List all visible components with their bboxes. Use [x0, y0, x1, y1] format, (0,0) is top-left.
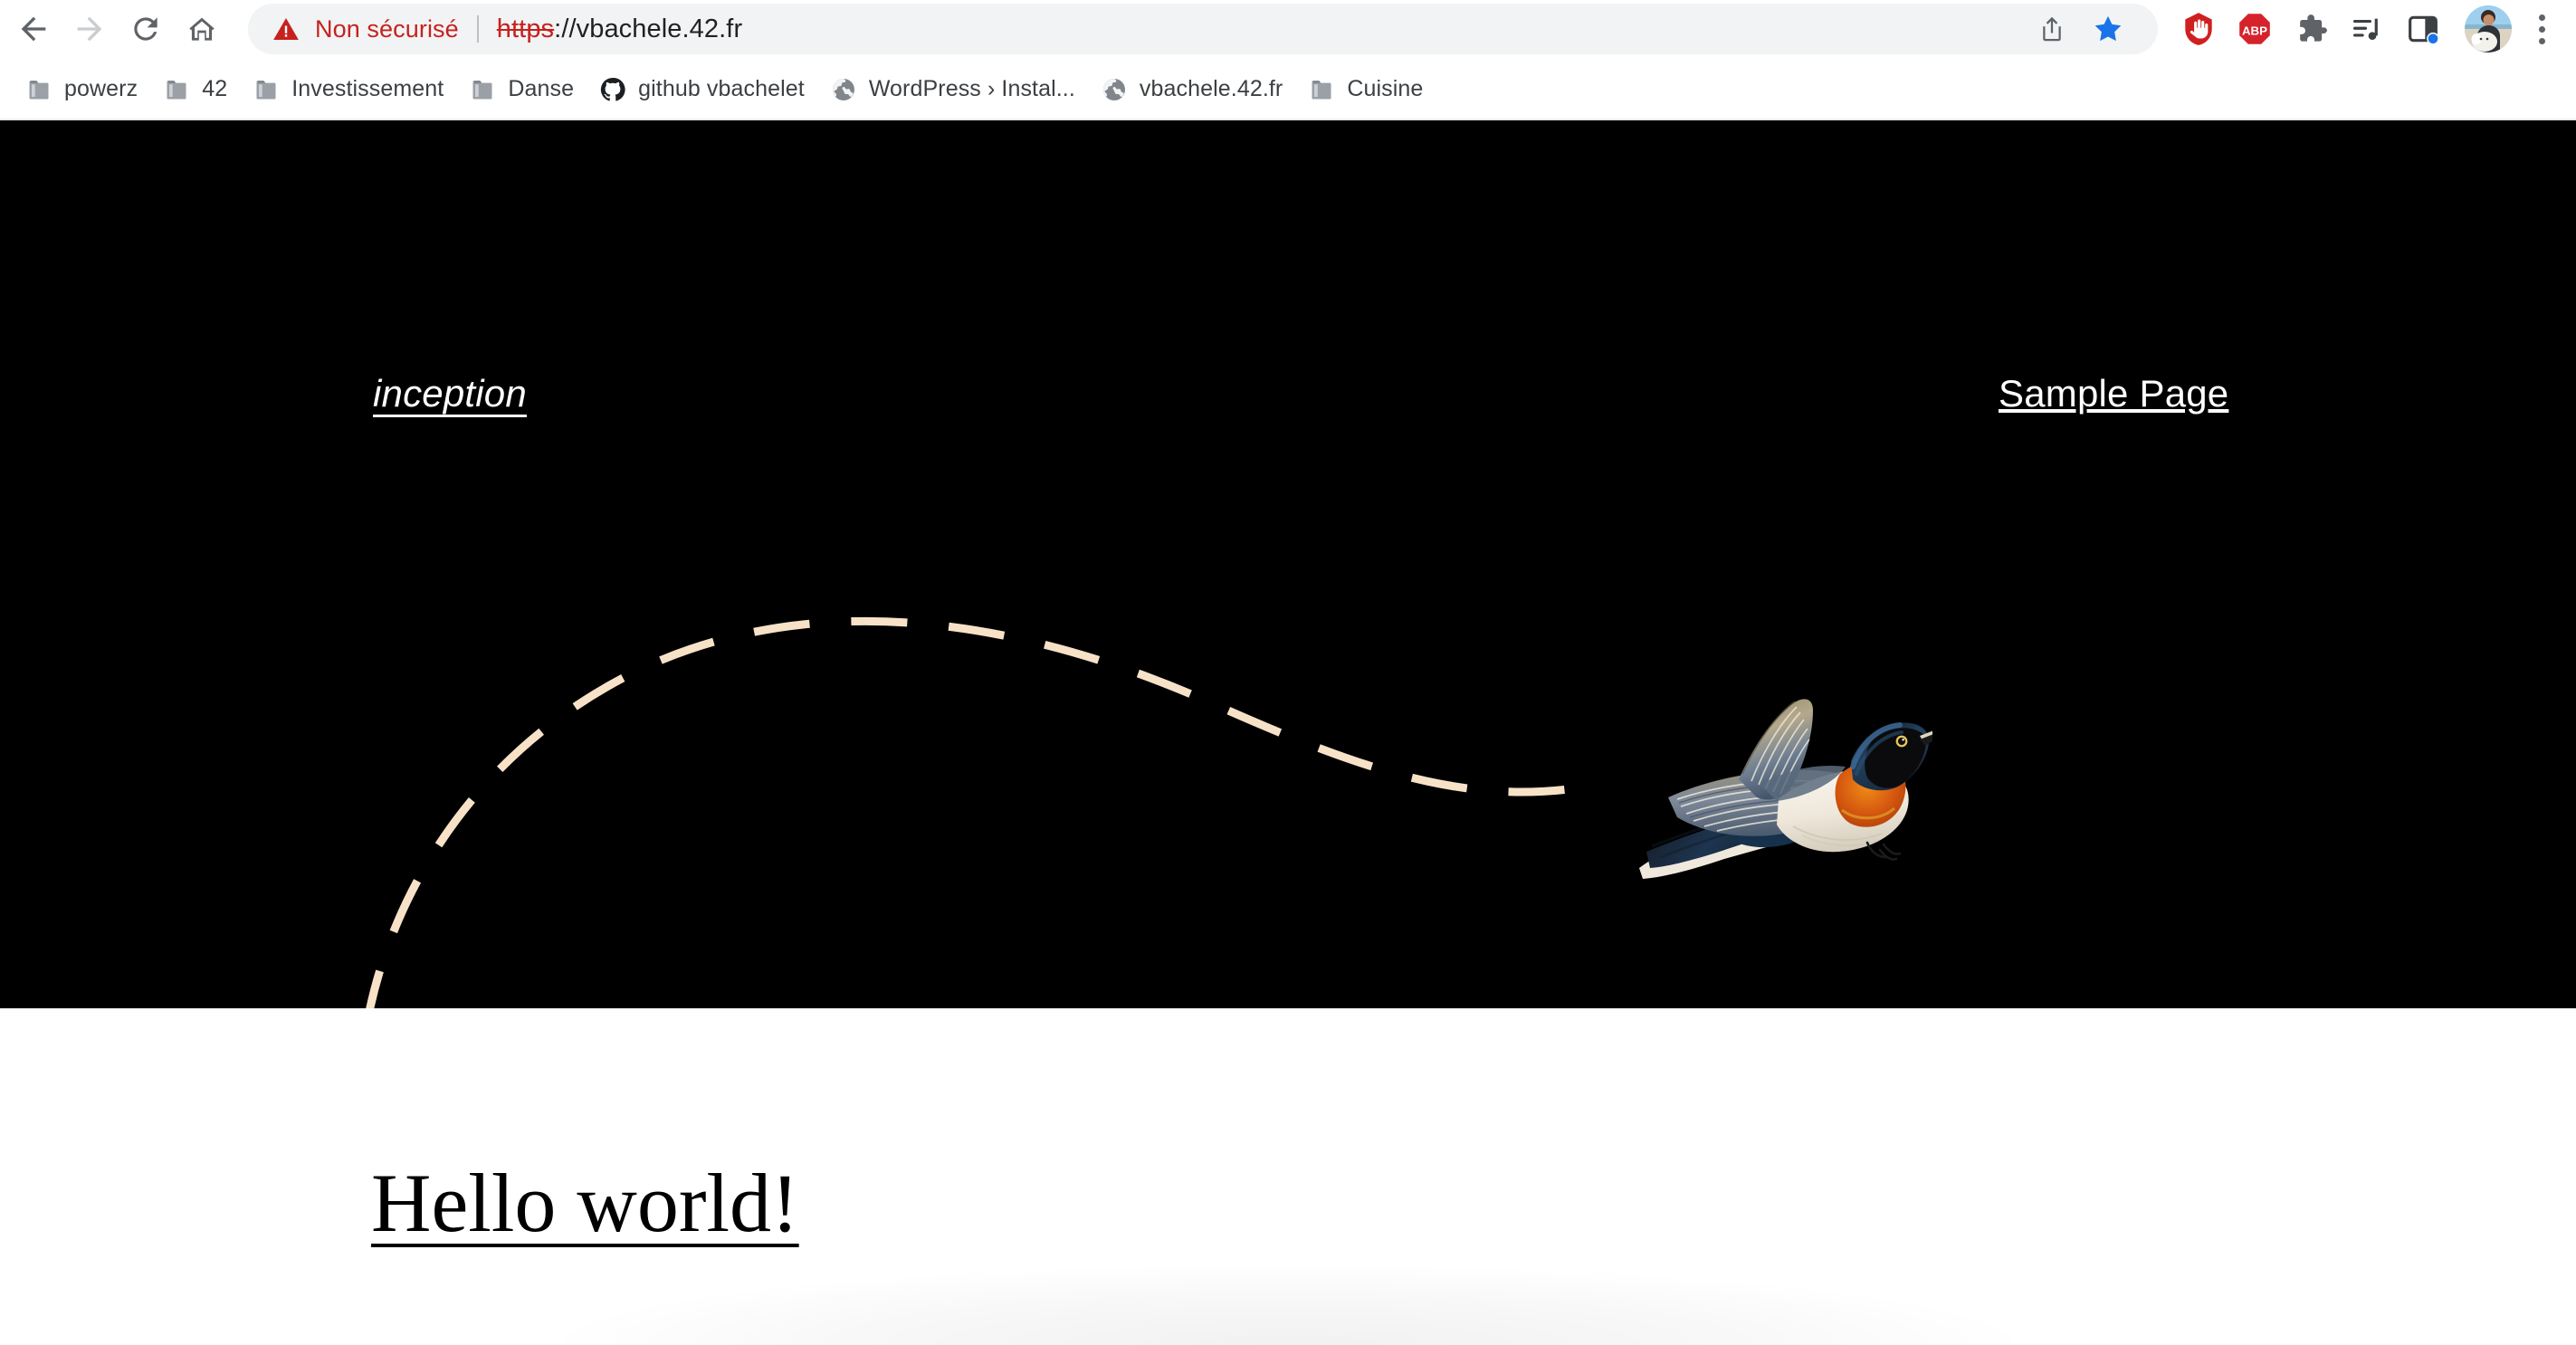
bookmark-item[interactable]: Investissement	[240, 66, 456, 113]
svg-text:ABP: ABP	[2242, 24, 2267, 37]
github-icon	[599, 76, 626, 103]
bookmark-item[interactable]: Danse	[456, 66, 587, 113]
ublock-origin-icon[interactable]	[2171, 1, 2227, 57]
extensions-puzzle-icon[interactable]	[2283, 1, 2339, 57]
adblock-plus-icon[interactable]: ABP	[2227, 1, 2283, 57]
url-host: ://vbachele.42.fr	[554, 14, 743, 43]
site-header: inception Sample Page	[0, 120, 2576, 415]
site-title-link[interactable]: inception	[373, 372, 527, 415]
nav-link-sample-page[interactable]: Sample Page	[1999, 372, 2228, 415]
reload-button[interactable]	[118, 1, 174, 57]
bookmark-label: Cuisine	[1347, 76, 1424, 101]
bookmark-star-icon[interactable]	[2082, 3, 2134, 55]
folder-icon	[469, 76, 496, 103]
forward-arrow-icon	[77, 16, 102, 42]
folder-icon	[1308, 76, 1335, 103]
hero-section: inception Sample Page	[0, 120, 2576, 1008]
media-playlist-icon[interactable]	[2339, 1, 2395, 57]
back-button[interactable]	[5, 1, 62, 57]
globe-icon	[830, 76, 857, 103]
url-text: https://vbachele.42.fr	[497, 14, 742, 44]
post-title-hello-world[interactable]: Hello world!	[371, 1161, 799, 1245]
bookmarks-bar: powerz 42 Investissement Danse github vbache…	[0, 58, 2576, 120]
reload-icon	[134, 17, 157, 41]
web-page: inception Sample Page Hello world!	[0, 120, 2576, 1345]
home-icon	[189, 17, 215, 41]
bird-illustration	[1639, 699, 1932, 879]
bookmark-label: powerz	[64, 76, 138, 101]
bookmark-label: 42	[202, 76, 228, 101]
bookmark-item[interactable]: powerz	[13, 66, 150, 113]
forward-button[interactable]	[62, 1, 118, 57]
chrome-menu-icon	[2538, 14, 2545, 44]
not-secure-warning-icon	[272, 14, 301, 43]
extensions-group: ABP	[2171, 1, 2460, 57]
browser-chrome: Non sécurisé https://vbachele.42.fr ABP…	[0, 0, 2576, 120]
bookmark-label: WordPress › Instal...	[868, 76, 1075, 101]
bookmark-label: vbachele.42.fr	[1139, 76, 1283, 101]
globe-icon	[1101, 76, 1128, 103]
content-area: Hello world!	[0, 1008, 2576, 1345]
back-arrow-icon	[21, 16, 46, 42]
avatar-photo	[2465, 5, 2512, 52]
browser-toolbar: Non sécurisé https://vbachele.42.fr ABP	[0, 0, 2576, 58]
avatar	[2465, 5, 2512, 52]
bookmark-label: github vbachelet	[638, 76, 805, 101]
url-scheme: https	[496, 14, 555, 43]
folder-icon	[163, 76, 190, 103]
profile-avatar-button[interactable]	[2460, 1, 2516, 57]
bookmark-item[interactable]: WordPress › Instal...	[817, 66, 1088, 113]
address-bar[interactable]: Non sécurisé https://vbachele.42.fr	[248, 4, 2158, 54]
bookmark-item[interactable]: github vbachelet	[587, 66, 817, 113]
bookmark-item[interactable]: Cuisine	[1295, 66, 1436, 113]
home-button[interactable]	[174, 1, 230, 57]
omnibox-actions	[2026, 3, 2134, 55]
security-status-text: Non sécurisé	[315, 14, 459, 43]
share-icon[interactable]	[2026, 3, 2078, 55]
folder-icon	[25, 76, 52, 103]
chrome-menu-button[interactable]	[2516, 1, 2567, 57]
bookmark-item[interactable]: vbachele.42.fr	[1088, 66, 1295, 113]
bookmark-label: Danse	[508, 76, 575, 101]
omnibox-divider	[476, 15, 479, 43]
folder-icon	[253, 76, 280, 103]
bookmark-label: Investissement	[291, 76, 444, 101]
bookmark-item[interactable]: 42	[150, 66, 240, 113]
side-panel-icon[interactable]	[2395, 1, 2451, 57]
